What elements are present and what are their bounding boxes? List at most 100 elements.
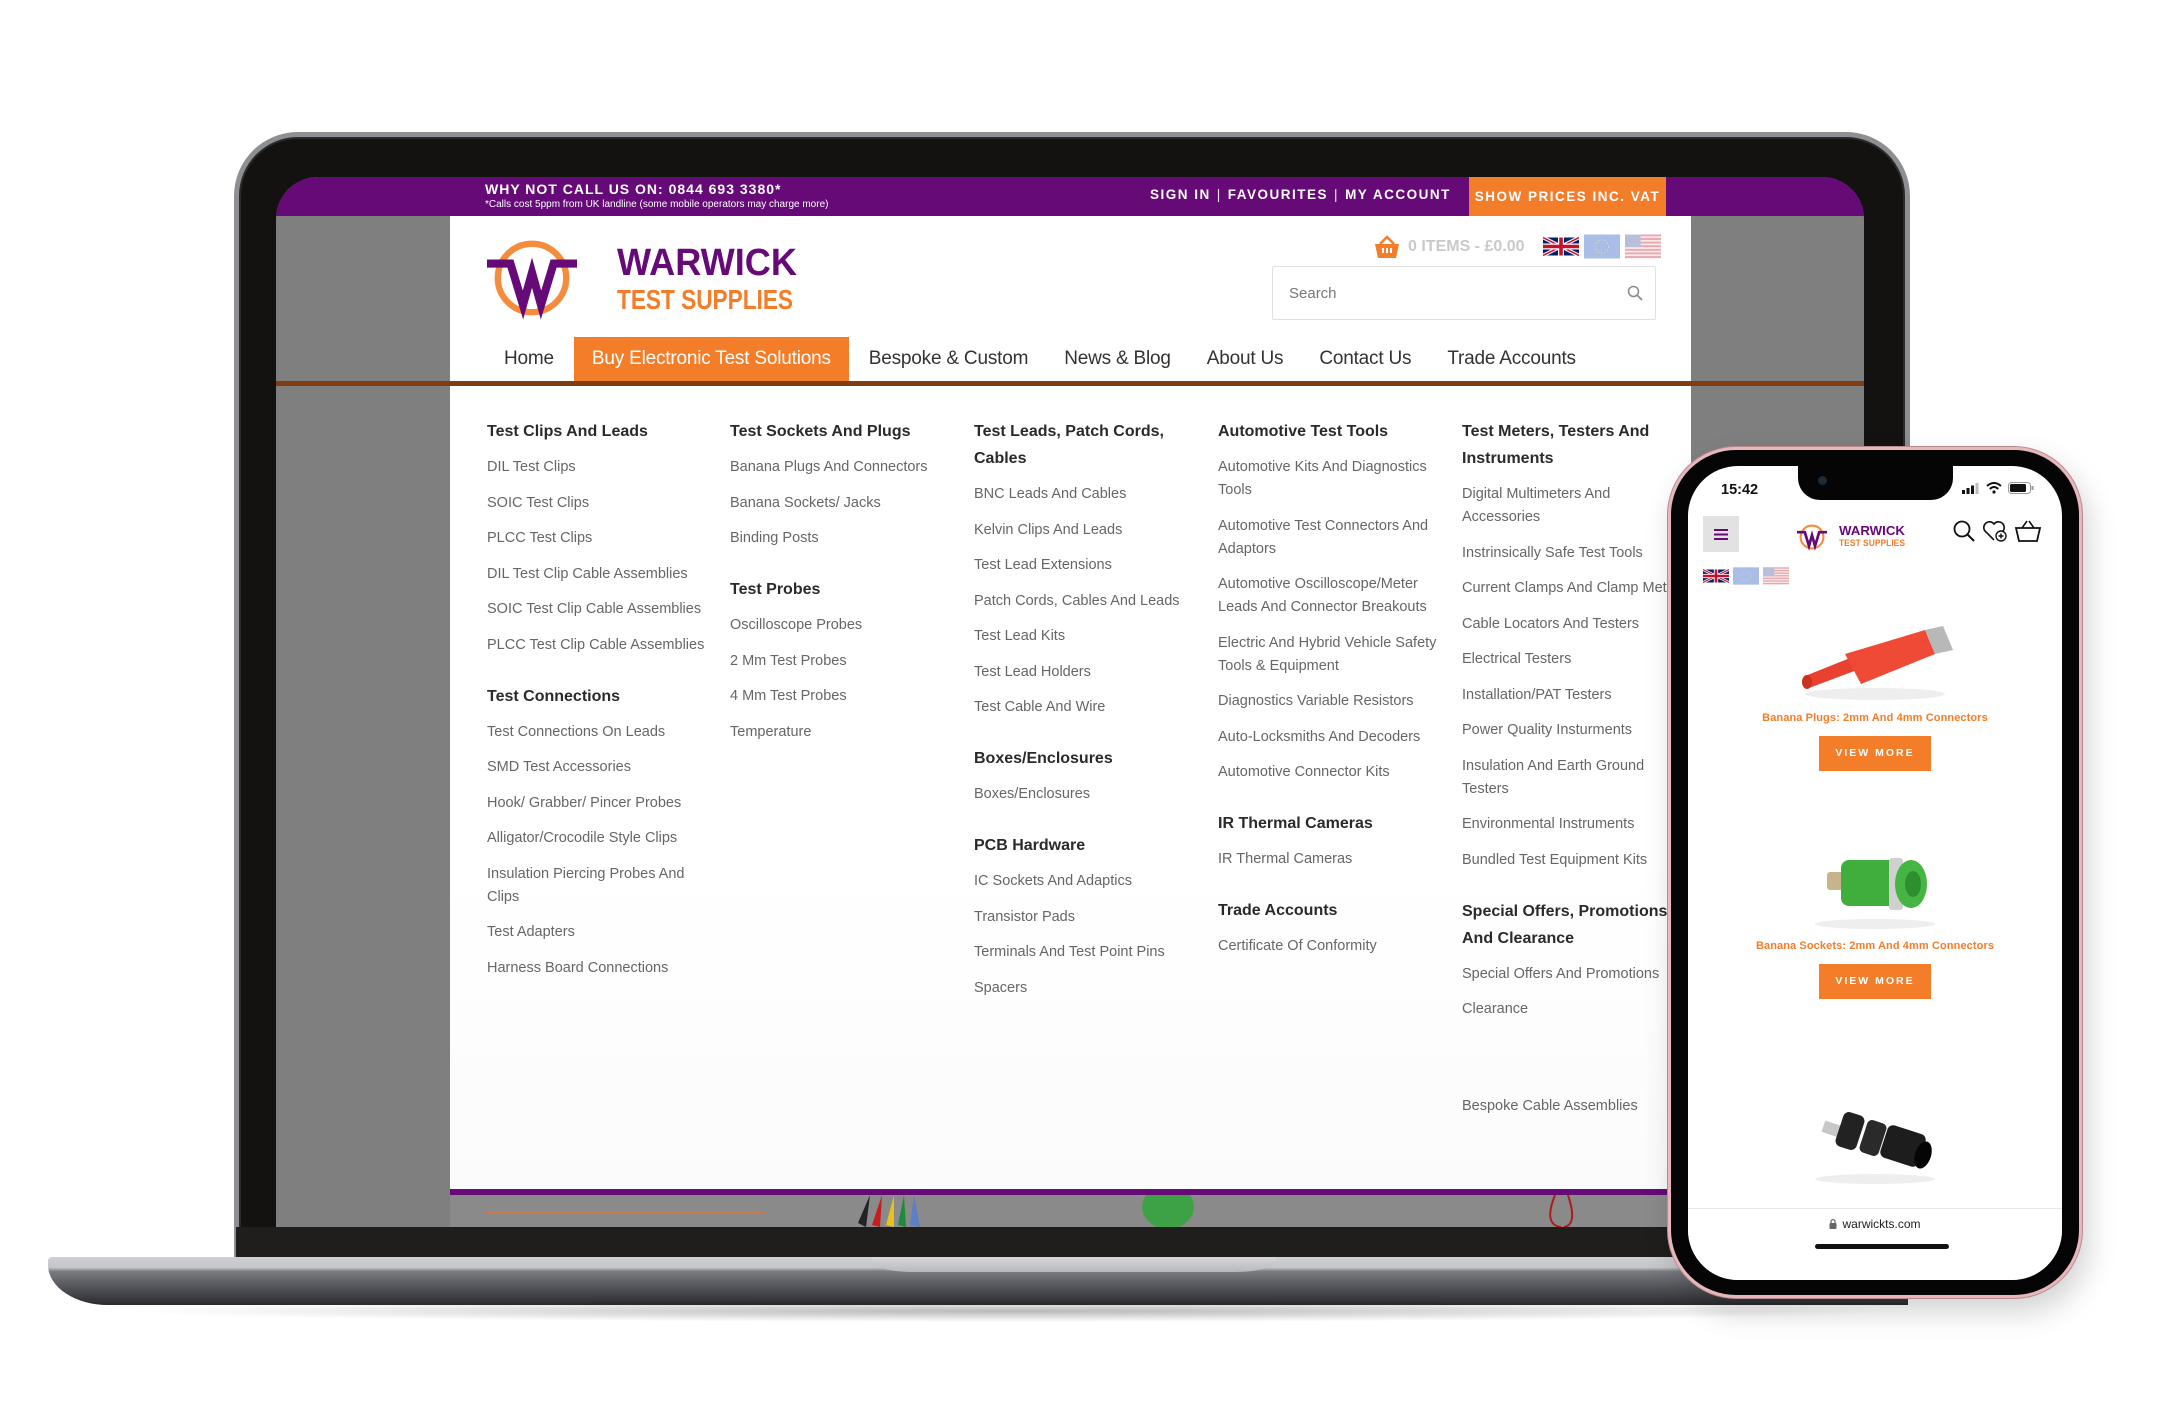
mega-menu-item[interactable]: Electrical Testers <box>1462 648 1687 671</box>
mega-menu-item[interactable]: Environmental Instruments <box>1462 813 1687 836</box>
show-prices-vat-button[interactable]: SHOW PRICES INC. VAT <box>1469 177 1666 216</box>
mega-menu-item[interactable]: SMD Test Accessories <box>487 756 712 779</box>
sign-in-link[interactable]: SIGN IN <box>1150 187 1211 202</box>
mega-menu-heading[interactable]: Automotive Test Tools <box>1218 418 1443 445</box>
nav-about-us[interactable]: About Us <box>1189 337 1302 381</box>
mega-menu-heading[interactable]: IR Thermal Cameras <box>1218 810 1443 837</box>
mega-menu-item[interactable]: Banana Sockets/ Jacks <box>730 492 955 515</box>
nav-contact-us[interactable]: Contact Us <box>1301 337 1429 381</box>
mega-menu-item[interactable]: Automotive Test Connectors And Adaptors <box>1218 515 1443 561</box>
wishlist-add-icon[interactable] <box>1982 519 2008 543</box>
mega-menu-heading[interactable]: Test Connections <box>487 683 712 710</box>
uk-flag-icon[interactable] <box>1703 567 1729 585</box>
mega-menu-item[interactable]: Installation/PAT Testers <box>1462 684 1687 707</box>
green-banana-socket-image[interactable] <box>1775 834 1975 934</box>
mega-menu-item[interactable]: Insulation And Earth Ground Testers <box>1462 755 1687 801</box>
mega-menu-item[interactable]: BNC Leads And Cables <box>974 483 1199 506</box>
nav-trade-accounts[interactable]: Trade Accounts <box>1429 337 1594 381</box>
nav-home[interactable]: Home <box>486 337 572 381</box>
mega-menu-item[interactable]: Auto-Locksmiths And Decoders <box>1218 726 1443 749</box>
mega-menu-item[interactable]: Special Offers And Promotions <box>1462 963 1687 986</box>
mega-menu-item[interactable]: Temperature <box>730 721 955 744</box>
mega-menu-item[interactable]: Kelvin Clips And Leads <box>974 519 1199 542</box>
my-account-link[interactable]: MY ACCOUNT <box>1345 187 1451 202</box>
mega-menu-item[interactable]: IC Sockets And Adaptics <box>974 870 1199 893</box>
mega-menu-item[interactable]: Test Lead Kits <box>974 625 1199 648</box>
mega-menu-heading[interactable]: Test Clips And Leads <box>487 418 712 445</box>
mega-menu-item[interactable]: Electric And Hybrid Vehicle Safety Tools… <box>1218 632 1443 678</box>
hamburger-menu-button[interactable] <box>1703 516 1739 552</box>
search-input[interactable] <box>1273 267 1615 319</box>
mega-menu-item[interactable]: Patch Cords, Cables And Leads <box>974 590 1199 613</box>
mega-menu-item[interactable]: Harness Board Connections <box>487 957 712 980</box>
mega-menu-item[interactable]: 4 Mm Test Probes <box>730 685 955 708</box>
mega-menu-heading[interactable]: Boxes/Enclosures <box>974 745 1199 772</box>
mega-menu-item[interactable]: Diagnostics Variable Resistors <box>1218 690 1443 713</box>
mega-menu-item[interactable]: DIL Test Clips <box>487 456 712 479</box>
mega-menu-item[interactable]: Automotive Kits And Diagnostics Tools <box>1218 456 1443 502</box>
search-icon[interactable] <box>1952 519 1976 543</box>
mega-menu-item[interactable]: Current Clamps And Clamp Meters <box>1462 577 1687 600</box>
site-logo[interactable]: WARWICK TEST SUPPLIES <box>487 233 807 325</box>
cart-summary[interactable]: 0 ITEMS - £0.00 <box>1374 234 1661 259</box>
mega-menu-item[interactable]: Bespoke Cable Assemblies <box>1462 1095 1687 1118</box>
mobile-site-logo[interactable]: WARWICK TEST SUPPLIES <box>1791 522 1911 552</box>
mega-menu-item[interactable]: Clearance <box>1462 998 1687 1021</box>
mega-menu-item[interactable]: Test Lead Extensions <box>974 554 1199 577</box>
mega-menu-item[interactable]: Binding Posts <box>730 527 955 550</box>
mega-menu-item[interactable]: 2 Mm Test Probes <box>730 650 955 673</box>
mega-menu-item[interactable]: Hook/ Grabber/ Pincer Probes <box>487 792 712 815</box>
mega-menu-heading[interactable]: Special Offers, Promotions And Clearance <box>1462 898 1687 952</box>
black-binding-post-image[interactable] <box>1775 1091 1975 1191</box>
nav-news-blog[interactable]: News & Blog <box>1046 337 1189 381</box>
favourites-link[interactable]: FAVOURITES <box>1228 187 1328 202</box>
home-indicator[interactable] <box>1815 1244 1949 1249</box>
mega-menu-item[interactable]: PLCC Test Clip Cable Assemblies <box>487 634 712 657</box>
mega-menu-item[interactable]: Bundled Test Equipment Kits <box>1462 849 1687 872</box>
browser-url-bar[interactable]: warwickts.com <box>1688 1208 2062 1280</box>
mega-menu-heading[interactable]: Test Meters, Testers And Instruments <box>1462 418 1687 472</box>
mega-menu-item[interactable]: Test Adapters <box>487 921 712 944</box>
mega-menu-item[interactable]: Transistor Pads <box>974 906 1199 929</box>
view-more-button[interactable]: VIEW MORE <box>1819 736 1931 771</box>
mega-menu-heading[interactable]: Test Sockets And Plugs <box>730 418 955 445</box>
us-flag-icon[interactable] <box>1763 567 1789 585</box>
us-flag-icon[interactable] <box>1624 234 1661 259</box>
mega-menu-item[interactable]: Banana Plugs And Connectors <box>730 456 955 479</box>
mega-menu-item[interactable]: Boxes/Enclosures <box>974 783 1199 806</box>
mega-menu-item[interactable]: Instrinsically Safe Test Tools <box>1462 542 1687 565</box>
mega-menu-item[interactable]: Digital Multimeters And Accessories <box>1462 483 1687 529</box>
product-title[interactable]: Banana Sockets: 2mm And 4mm Connectors <box>1688 940 2062 952</box>
view-more-button[interactable]: VIEW MORE <box>1819 964 1931 999</box>
product-title[interactable]: Banana Plugs: 2mm And 4mm Connectors <box>1688 712 2062 724</box>
mega-menu-item[interactable]: Automotive Connector Kits <box>1218 761 1443 784</box>
nav-buy-electronic-test-solutions[interactable]: Buy Electronic Test Solutions <box>573 337 849 381</box>
mega-menu-heading[interactable]: Trade Accounts <box>1218 897 1443 924</box>
mega-menu-item[interactable]: Certificate Of Conformity <box>1218 935 1443 958</box>
mega-menu-item[interactable]: IR Thermal Cameras <box>1218 848 1443 871</box>
mega-menu-item[interactable]: Terminals And Test Point Pins <box>974 941 1199 964</box>
mega-menu-heading[interactable]: Test Probes <box>730 576 955 603</box>
mega-menu-item[interactable]: Automotive Oscilloscope/Meter Leads And … <box>1218 573 1443 619</box>
basket-icon[interactable] <box>2014 519 2042 543</box>
mega-menu-item[interactable]: Cable Locators And Testers <box>1462 613 1687 636</box>
mega-menu-item[interactable]: Oscilloscope Probes <box>730 614 955 637</box>
mega-menu-item[interactable]: PLCC Test Clips <box>487 527 712 550</box>
mega-menu-item[interactable]: DIL Test Clip Cable Assemblies <box>487 563 712 586</box>
mega-menu-heading[interactable]: PCB Hardware <box>974 832 1199 859</box>
mega-menu-heading[interactable]: Test Leads, Patch Cords, Cables <box>974 418 1199 472</box>
mega-menu-item[interactable]: Test Connections On Leads <box>487 721 712 744</box>
mega-menu-item[interactable]: SOIC Test Clips <box>487 492 712 515</box>
mega-menu-item[interactable]: Alligator/Crocodile Style Clips <box>487 827 712 850</box>
uk-flag-icon[interactable] <box>1543 234 1579 259</box>
search-icon[interactable] <box>1615 285 1655 301</box>
mega-menu-item[interactable]: Insulation Piercing Probes And Clips <box>487 863 712 909</box>
mega-menu-item[interactable]: Power Quality Insturments <box>1462 719 1687 742</box>
mega-menu-item[interactable]: SOIC Test Clip Cable Assemblies <box>487 598 712 621</box>
mega-menu-item[interactable]: Test Cable And Wire <box>974 696 1199 719</box>
eu-flag-icon[interactable] <box>1733 567 1759 585</box>
nav-bespoke-custom[interactable]: Bespoke & Custom <box>851 337 1046 381</box>
mega-menu-item[interactable]: Test Lead Holders <box>974 661 1199 684</box>
mega-menu-item[interactable]: Spacers <box>974 977 1199 1000</box>
eu-flag-icon[interactable] <box>1583 234 1620 259</box>
